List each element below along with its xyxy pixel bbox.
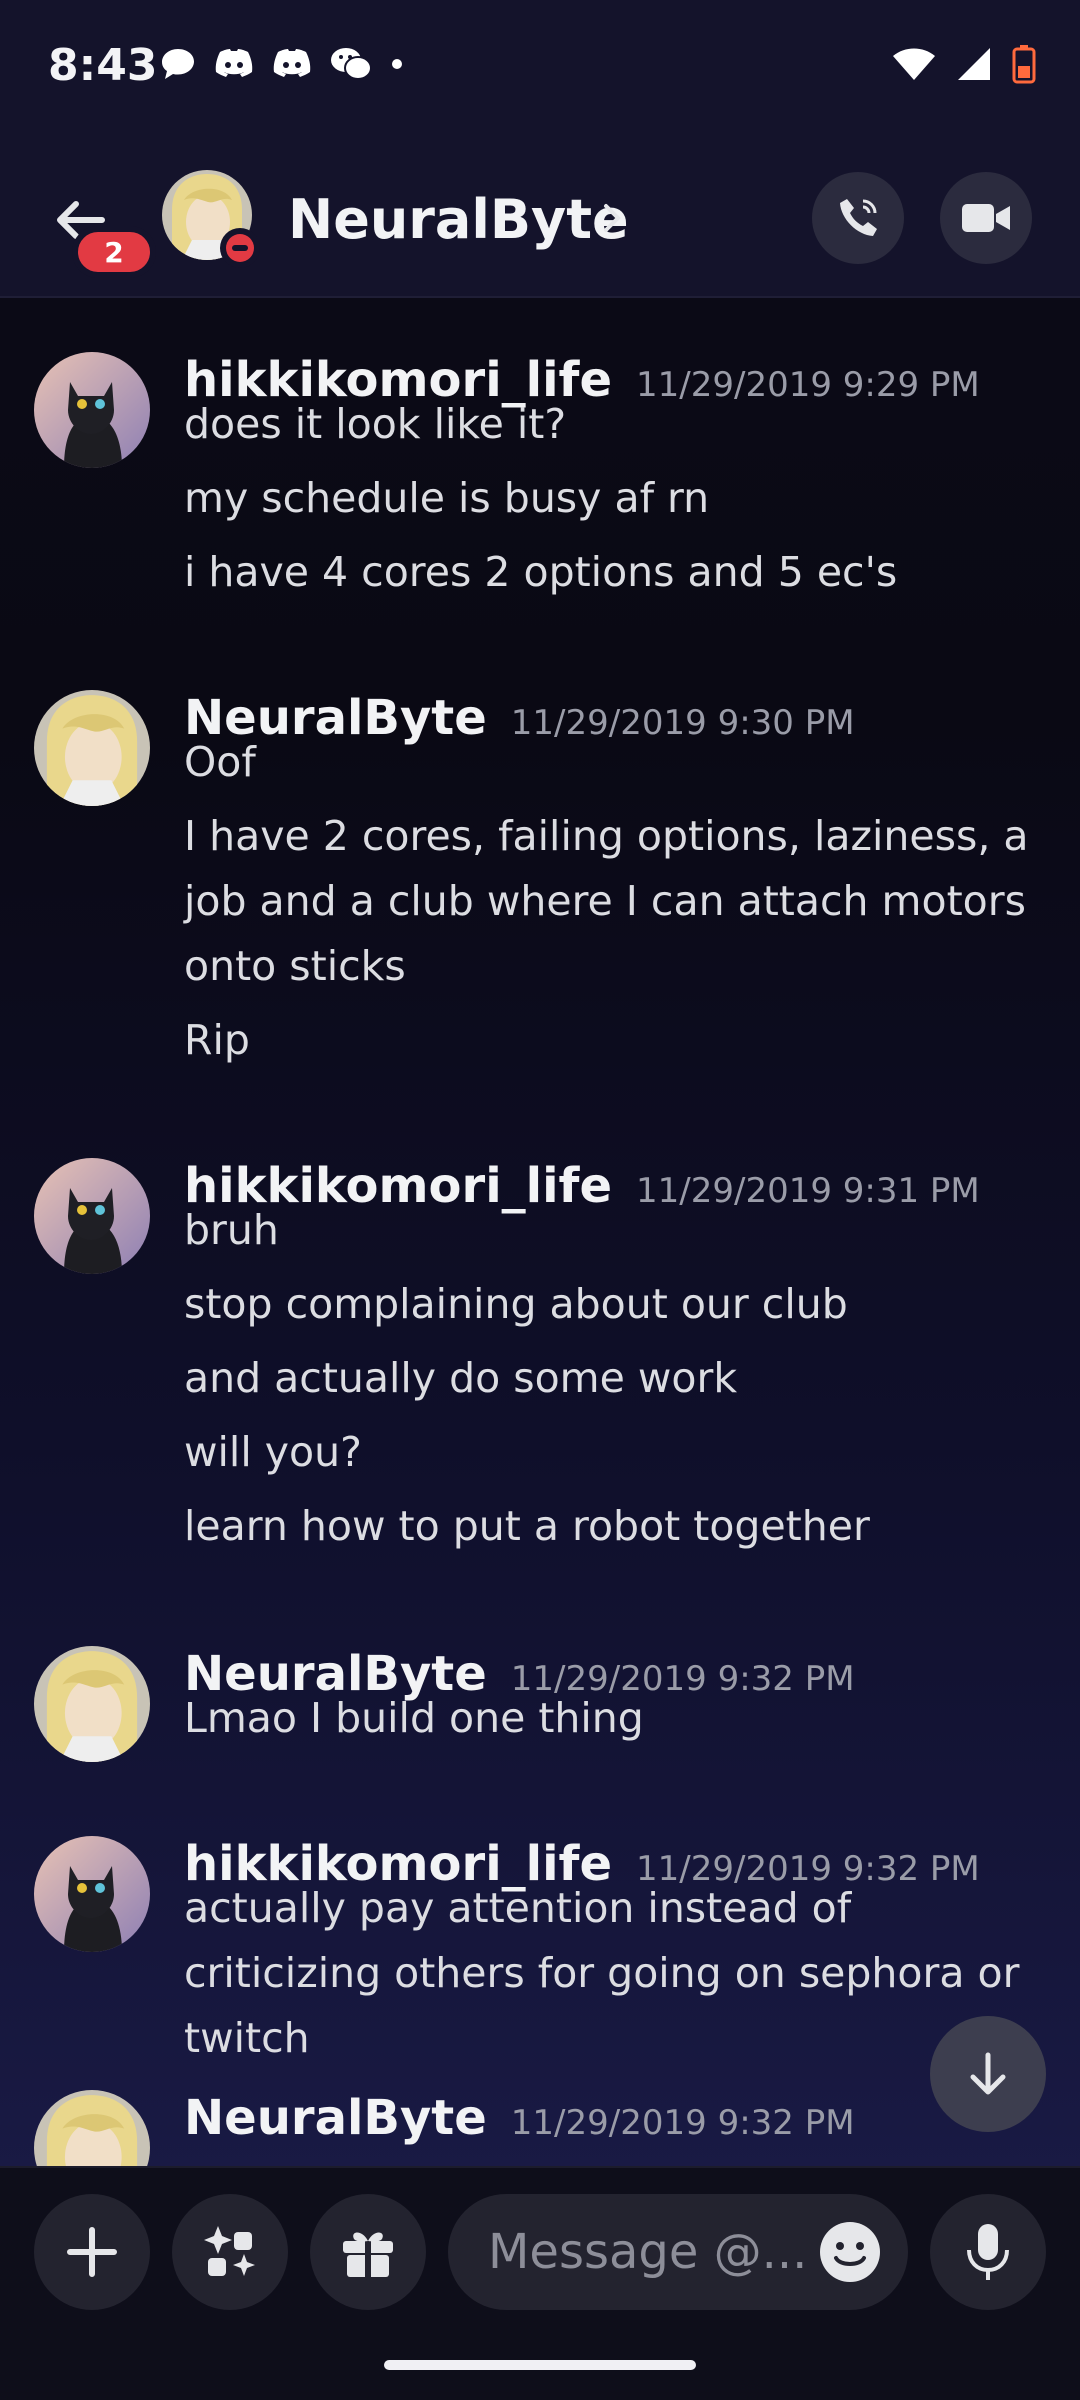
- message-composer: Message @...: [0, 2166, 1080, 2400]
- notification-icons: [160, 46, 404, 82]
- message-header: NeuralByte 11/29/2019 9:32 PM: [184, 2090, 855, 2146]
- battery-low-icon: [1012, 45, 1036, 84]
- avatar[interactable]: [34, 1836, 150, 1952]
- phone-icon: [840, 199, 877, 236]
- apps-button[interactable]: [172, 2194, 288, 2310]
- dnd-status-icon: [220, 228, 260, 268]
- plus-icon: [67, 2227, 117, 2277]
- add-attachment-button[interactable]: [34, 2194, 150, 2310]
- discord-icon: [215, 49, 253, 77]
- gift-button[interactable]: [310, 2194, 426, 2310]
- avatar[interactable]: [34, 2090, 150, 2166]
- message-text[interactable]: does it look like it?: [184, 392, 1044, 457]
- chat-bubble-icon: [162, 49, 194, 79]
- avatar[interactable]: [34, 1158, 150, 1274]
- dot-icon: [392, 59, 402, 69]
- avatar[interactable]: [34, 1646, 150, 1762]
- voice-message-button[interactable]: [930, 2194, 1046, 2310]
- avatar[interactable]: [34, 352, 150, 468]
- black-cat-avatar-icon: [34, 1836, 150, 1952]
- voice-call-button[interactable]: [812, 172, 904, 264]
- apps-sparkle-icon: [204, 2226, 255, 2276]
- blond-anime-avatar-icon: [34, 690, 150, 806]
- message-text[interactable]: bruh: [184, 1198, 1044, 1263]
- emoji-button[interactable]: [810, 2194, 890, 2310]
- unread-badge: 2: [72, 226, 156, 278]
- timestamp: 11/29/2019 9:32 PM: [510, 2103, 855, 2143]
- message-list[interactable]: hikkikomori_life 11/29/2019 9:29 PM does…: [0, 300, 1080, 2166]
- author-name[interactable]: NeuralByte: [184, 2090, 487, 2146]
- message-text[interactable]: my schedule is busy af rn: [184, 466, 1044, 531]
- system-icons: [892, 44, 1036, 84]
- blond-anime-avatar-icon: [34, 1646, 150, 1762]
- message-text[interactable]: and actually do some work: [184, 1346, 1044, 1411]
- discord-icon: [273, 49, 311, 77]
- black-cat-avatar-icon: [34, 1158, 150, 1274]
- blond-anime-avatar-icon: [34, 2090, 150, 2166]
- home-indicator[interactable]: [384, 2360, 696, 2370]
- message-text[interactable]: learn how to put a robot together: [184, 1494, 1044, 1559]
- jump-to-bottom-button[interactable]: [930, 2016, 1046, 2132]
- wifi-icon: [893, 48, 935, 80]
- dm-header: 2 NeuralByte: [0, 140, 1080, 298]
- message-text[interactable]: I have 2 cores, failing options, lazines…: [184, 804, 1044, 999]
- gift-icon: [343, 2232, 393, 2277]
- message-text[interactable]: Oof: [184, 730, 1044, 795]
- arrow-down-icon: [970, 2052, 1006, 2095]
- page-title[interactable]: NeuralByte: [288, 188, 629, 251]
- message-text[interactable]: actually pay attention instead of critic…: [184, 1876, 1044, 2071]
- signal-icon: [958, 48, 990, 80]
- message-text[interactable]: stop complaining about our club: [184, 1272, 1044, 1337]
- status-bar: 8:43: [0, 0, 1080, 140]
- message-text[interactable]: i have 4 cores 2 options and 5 ec's: [184, 540, 1044, 605]
- video-camera-icon: [962, 204, 1010, 232]
- wechat-icon: [331, 48, 372, 80]
- chevron-right-icon[interactable]: [602, 202, 622, 234]
- message-input-placeholder: Message @...: [488, 2224, 808, 2280]
- message-text[interactable]: Rip: [184, 1008, 1044, 1073]
- microphone-icon: [967, 2224, 1009, 2280]
- message-text[interactable]: Lmao I build one thing: [184, 1686, 1044, 1751]
- smiley-icon: [820, 2222, 880, 2282]
- status-time: 8:43: [48, 40, 158, 91]
- black-cat-avatar-icon: [34, 352, 150, 468]
- avatar[interactable]: [34, 690, 150, 806]
- message-text[interactable]: will you?: [184, 1420, 1044, 1485]
- video-call-button[interactable]: [940, 172, 1032, 264]
